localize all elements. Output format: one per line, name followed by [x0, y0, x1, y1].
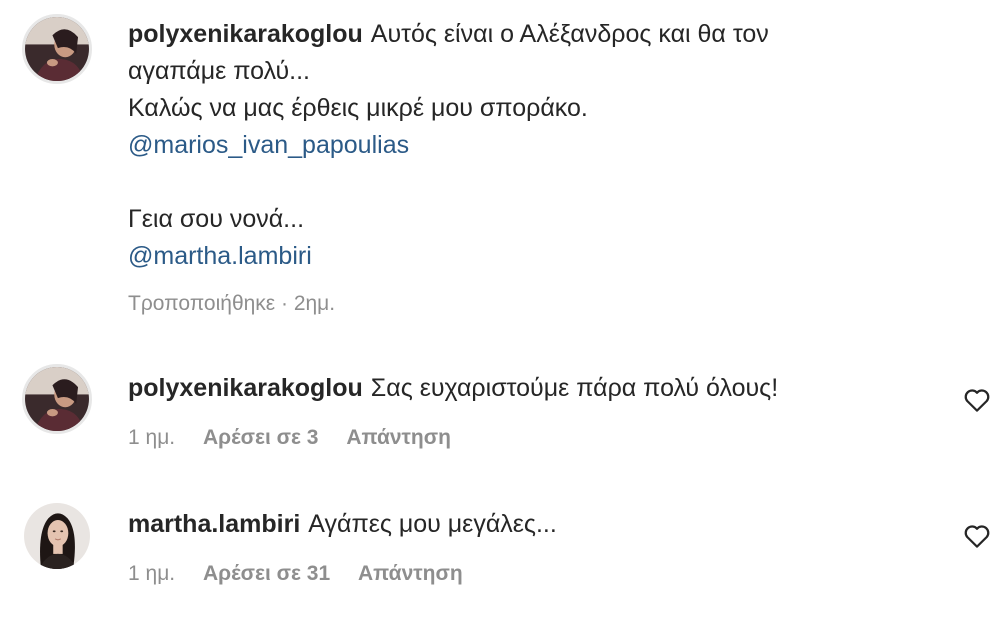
comment-username[interactable]: polyxenikarakoglou [128, 20, 363, 48]
comment-text: Αγάπες μου μεγάλες... [308, 510, 557, 538]
heart-outline-icon [964, 389, 990, 412]
comment-username[interactable]: polyxenikarakoglou [128, 374, 363, 402]
comment-text: Σας ευχαριστούμε πάρα πολύ όλους! [370, 374, 779, 402]
likes-count[interactable]: Αρέσει σε 31 [203, 562, 330, 585]
profile-photo-icon [24, 503, 90, 569]
comment-time[interactable]: 1 ημ. [128, 562, 175, 585]
like-button[interactable] [962, 521, 992, 551]
mention-link[interactable]: @martha.lambiri [128, 238, 888, 275]
reply-button[interactable]: Απάντηση [346, 426, 451, 449]
comment-time[interactable]: 1 ημ. [128, 426, 175, 449]
comment-meta: 1 ημ. Αρέσει σε 31 Απάντηση [128, 562, 485, 586]
profile-photo-icon [25, 367, 89, 431]
comment-username[interactable]: martha.lambiri [128, 510, 300, 538]
avatar[interactable] [24, 503, 90, 569]
comment-text: Καλώς να μας έρθεις μικρέ μου σποράκο. [128, 94, 588, 122]
like-button[interactable] [962, 385, 992, 415]
likes-count[interactable]: Αρέσει σε 3 [203, 426, 318, 449]
profile-photo-icon [25, 17, 89, 81]
mention-link[interactable]: @marios_ivan_papoulias [128, 127, 888, 164]
edited-timestamp: Τροποποιήθηκε · 2ημ. [128, 292, 336, 315]
comment-text: αγαπάμε πολύ... [128, 57, 310, 85]
avatar[interactable] [22, 14, 92, 84]
heart-outline-icon [964, 525, 990, 548]
avatar[interactable] [22, 364, 92, 434]
comment-meta: 1 ημ. Αρέσει σε 3 Απάντηση [128, 426, 473, 450]
comment-text: Γεια σου νονά... [128, 205, 305, 233]
comment-text: Αυτός είναι ο Αλέξανδρος και θα τον [370, 20, 769, 48]
reply-button[interactable]: Απάντηση [358, 562, 463, 585]
comment-meta: Τροποποιήθηκε · 2ημ. [128, 292, 357, 316]
